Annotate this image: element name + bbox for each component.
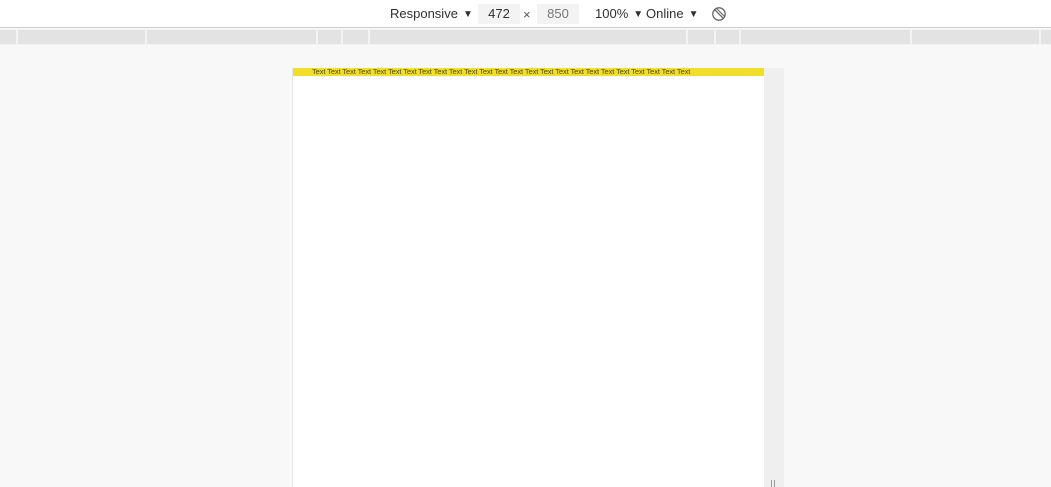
yellow-banner: Text Text Text Text Text Text Text Text …: [293, 68, 764, 76]
zoom-label: 100%: [595, 6, 629, 21]
media-query-segment[interactable]: [147, 30, 316, 44]
chevron-down-icon: ▼: [633, 9, 644, 20]
media-query-segment[interactable]: [18, 30, 145, 44]
media-query-segment[interactable]: [343, 30, 368, 44]
viewport-width-input[interactable]: [478, 4, 520, 24]
device-mode-label: Responsive: [390, 6, 458, 21]
media-query-segment[interactable]: [370, 30, 686, 44]
banner-text: Text Text Text Text Text Text Text Text …: [312, 68, 691, 76]
device-toolbar: Responsive▼ × 100%▼ Online▼: [0, 0, 1051, 28]
resize-handle-icon[interactable]: [770, 480, 777, 487]
throttling-label: Online: [646, 6, 684, 21]
media-query-segment[interactable]: [716, 30, 739, 44]
media-query-segment[interactable]: [318, 30, 341, 44]
media-query-segment[interactable]: [688, 30, 714, 44]
media-query-segment[interactable]: [1041, 30, 1051, 44]
chevron-down-icon: ▼: [462, 9, 473, 20]
media-query-segment[interactable]: [0, 30, 16, 44]
viewport-height-input[interactable]: [537, 4, 579, 24]
device-viewport: Text Text Text Text Text Text Text Text …: [292, 68, 764, 487]
throttling-dropdown[interactable]: Online ▼: [646, 0, 698, 28]
chevron-down-icon: ▼: [688, 9, 699, 20]
media-query-segment[interactable]: [912, 30, 1039, 44]
viewport-shadow: [764, 68, 784, 487]
rotate-icon[interactable]: [711, 6, 727, 22]
device-mode-dropdown[interactable]: Responsive ▼: [390, 0, 473, 28]
zoom-dropdown[interactable]: 100% ▼: [595, 0, 643, 28]
dimension-separator: ×: [523, 7, 531, 22]
media-query-segment[interactable]: [741, 30, 910, 44]
media-query-bar: [0, 29, 1051, 45]
